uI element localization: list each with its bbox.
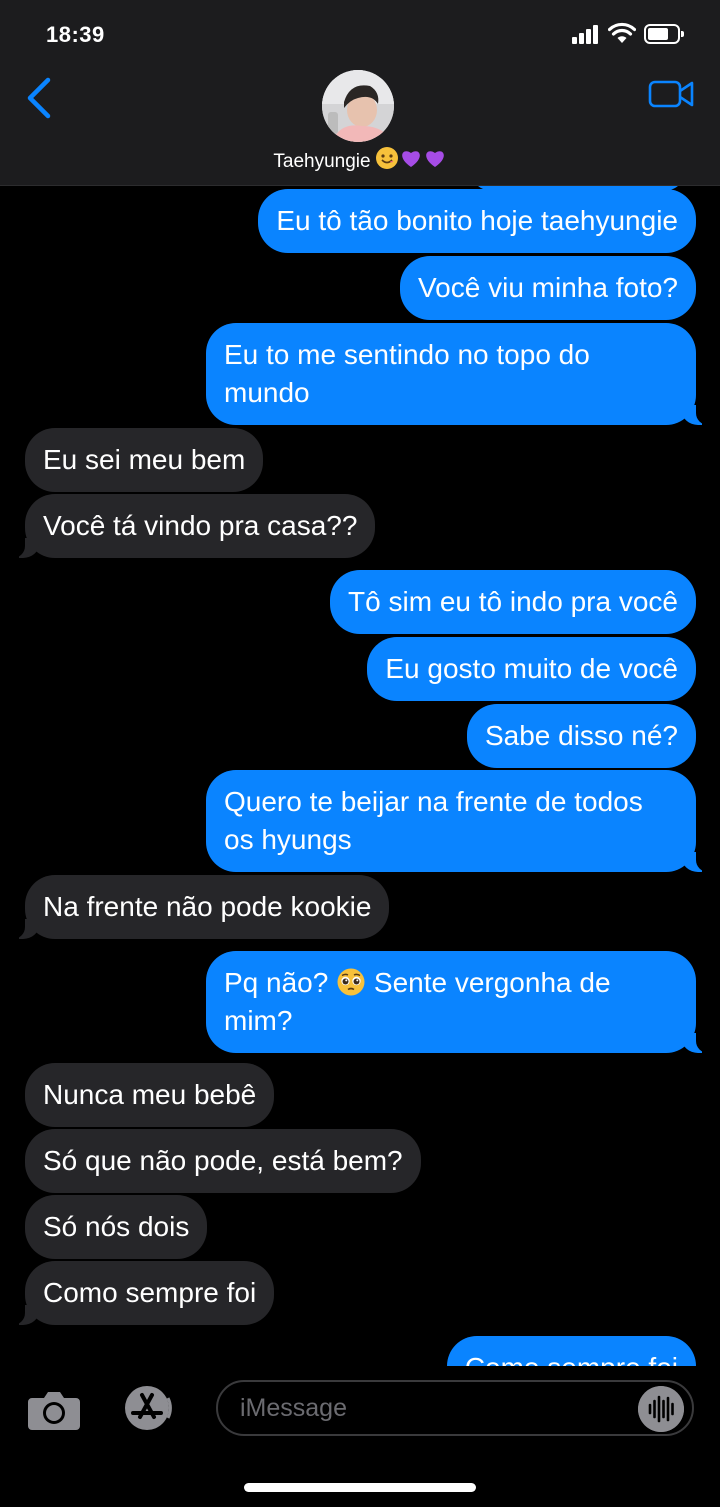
message-bubble-received[interactable]: Você tá vindo pra casa?? — [10, 494, 376, 558]
contact-name-emojis — [375, 146, 447, 176]
message-text: Pq não? — [224, 967, 329, 998]
message-bubble-sent[interactable]: Eu to me sentindo no topo do mundo — [206, 323, 710, 425]
home-indicator[interactable] — [244, 1483, 476, 1492]
contact-name[interactable]: Taehyungie — [0, 146, 720, 176]
conversation-header: 18:39 Taehyungie — [0, 0, 720, 186]
cellular-signal-icon — [572, 24, 602, 44]
purple-heart-emoji — [425, 151, 444, 167]
wifi-icon — [608, 22, 636, 43]
message-bubble-sent[interactable]: Você viu minha foto? — [400, 256, 696, 320]
message-bubble-sent[interactable]: Quero te beijar na frente de todos os hy… — [206, 770, 710, 872]
avatar-photo — [322, 70, 394, 142]
message-bubble-received[interactable]: Eu sei meu bem — [25, 428, 264, 492]
message-bubble-received[interactable]: Como sempre foi — [10, 1261, 275, 1325]
message-text: Só que não pode, está bem? — [43, 1145, 403, 1176]
message-text: Eu to me sentindo no topo do mundo — [224, 339, 590, 408]
message-text: Você tá vindo pra casa?? — [43, 510, 358, 541]
message-text: Eu tô tão bonito hoje taehyungie — [276, 205, 678, 236]
status-time: 18:39 — [46, 22, 105, 47]
message-text: Na frente não pode kookie — [43, 891, 372, 922]
compose-bar — [0, 1366, 720, 1507]
message-thread[interactable]: Eu tô tão bonito hoje taehyungie Você vi… — [0, 186, 720, 1366]
pleading-face-emoji — [337, 968, 365, 996]
message-text: Nunca meu bebê — [43, 1079, 257, 1110]
app-store-icon[interactable] — [118, 1384, 180, 1432]
message-text: Você viu minha foto? — [418, 272, 678, 303]
battery-icon — [644, 24, 684, 44]
message-bubble-received[interactable]: Nunca meu bebê — [25, 1063, 275, 1127]
message-text: Eu sei meu bem — [43, 444, 246, 475]
message-bubble-received[interactable]: Na frente não pode kookie — [10, 875, 390, 939]
message-bubble-sent[interactable]: Eu gosto muito de você — [367, 637, 696, 701]
message-bubble-sent[interactable]: Tô sim eu tô indo pra você — [330, 570, 696, 634]
imessage-input[interactable] — [216, 1380, 694, 1436]
contact-name-text: Taehyungie — [273, 151, 371, 172]
purple-heart-emoji — [401, 151, 420, 167]
camera-icon[interactable] — [26, 1386, 82, 1432]
message-bubble-received[interactable]: Só nós dois — [25, 1195, 208, 1259]
message-text: Eu gosto muito de você — [385, 653, 678, 684]
message-text: Só nós dois — [43, 1211, 190, 1242]
back-chevron-icon[interactable] — [22, 76, 58, 120]
message-text: Sabe disso né? — [484, 720, 678, 751]
message-text: Como sempre foi — [43, 1277, 257, 1308]
message-bubble-received[interactable]: Só que não pode, está bem? — [25, 1129, 421, 1193]
smiling-face-emoji — [375, 147, 398, 169]
message-bubble-sent[interactable]: Sabe disso né? — [466, 704, 696, 768]
audio-waveform-icon[interactable] — [638, 1386, 684, 1432]
message-bubble-sent[interactable]: Eu tô tão bonito hoje taehyungie — [258, 189, 696, 253]
facetime-video-icon[interactable] — [648, 78, 694, 110]
message-text: Tô sim eu tô indo pra você — [348, 586, 678, 617]
message-bubble-sent[interactable]: Pq não? Sente vergonha de mim? — [206, 951, 710, 1053]
message-bubble-sent[interactable]: Como sempre foi — [446, 1336, 696, 1366]
message-text: Como sempre foi — [465, 1352, 678, 1366]
contact-avatar[interactable] — [322, 70, 394, 142]
message-text: Quero te beijar na frente de todos os hy… — [224, 786, 643, 855]
